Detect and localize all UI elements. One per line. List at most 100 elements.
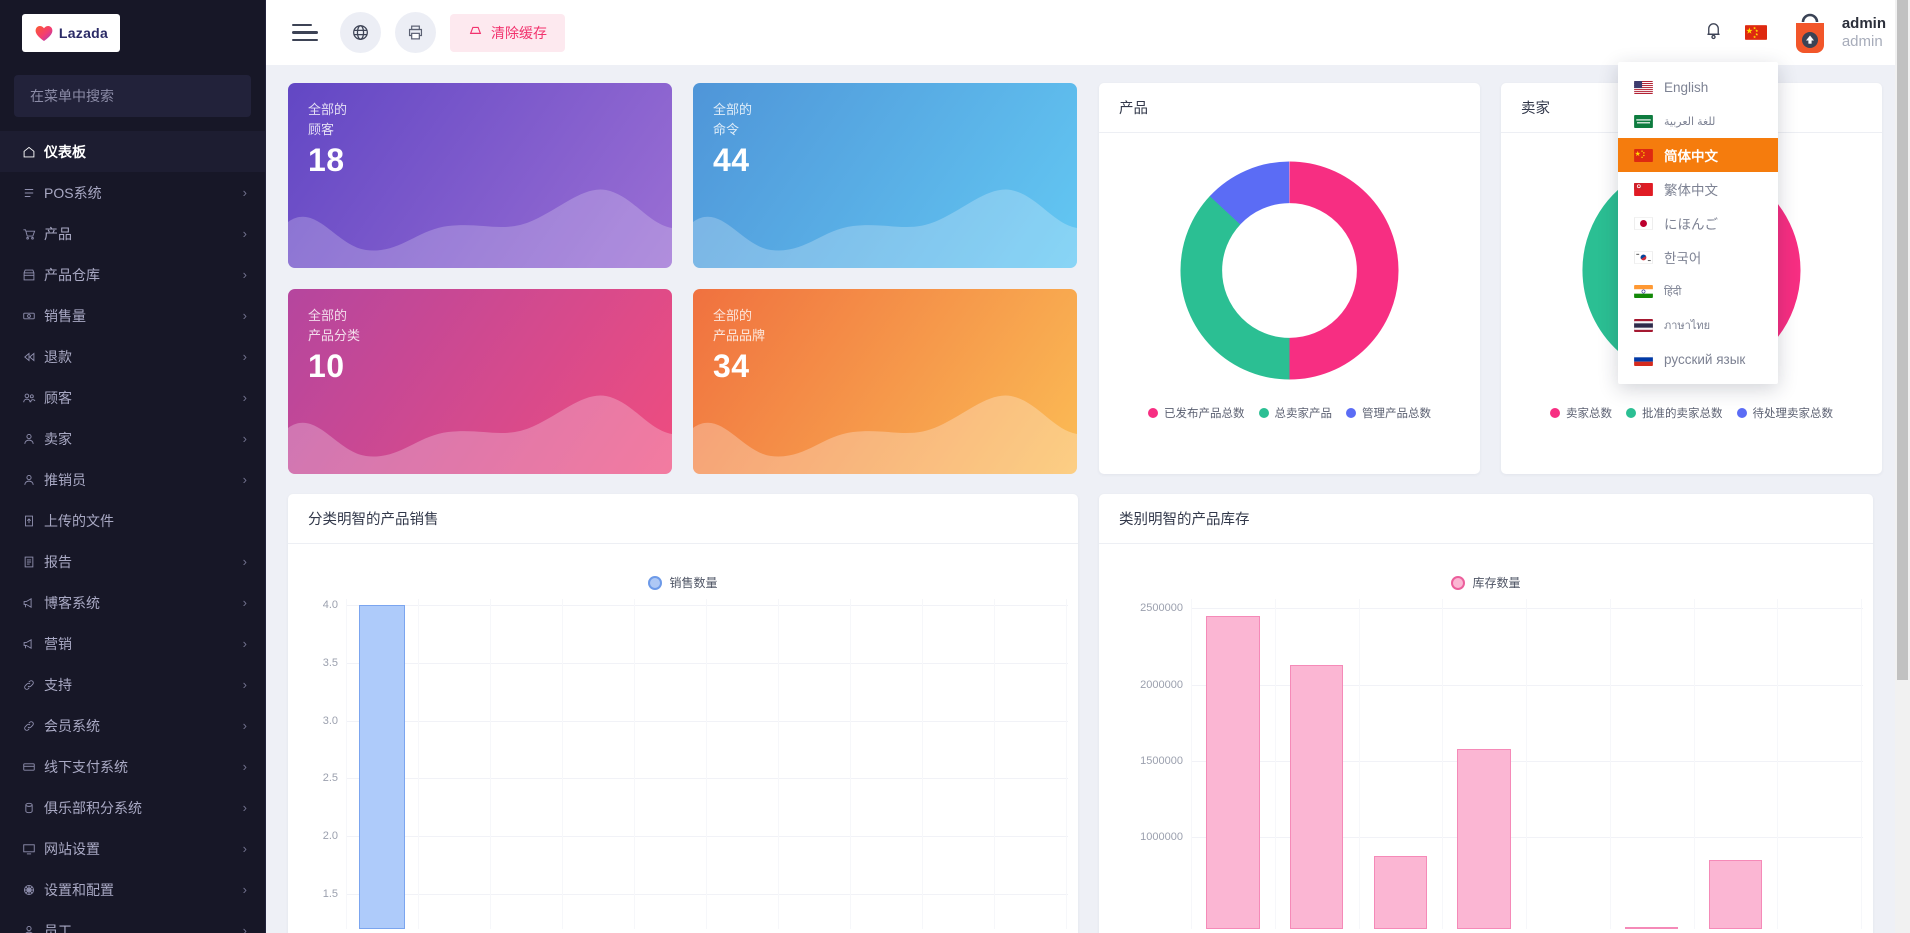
bell-icon[interactable] bbox=[1704, 20, 1723, 46]
cart-icon bbox=[22, 227, 44, 241]
language-option-6[interactable]: हिंदी bbox=[1618, 274, 1778, 308]
sidebar-item-7[interactable]: 卖家› bbox=[0, 418, 265, 459]
page-scrollbar[interactable] bbox=[1895, 0, 1910, 933]
legend-marker-icon bbox=[648, 576, 662, 590]
sidebar-item-label: 推销员 bbox=[44, 470, 243, 490]
bar[interactable] bbox=[1625, 927, 1679, 929]
scrollbar-thumb[interactable] bbox=[1897, 0, 1908, 680]
stat-card-2[interactable]: 全部的产品分类10 bbox=[288, 289, 672, 474]
gridline-vertical bbox=[1442, 599, 1443, 929]
bar[interactable] bbox=[1457, 749, 1511, 929]
search-input[interactable] bbox=[14, 75, 251, 117]
flag-kr-icon bbox=[1634, 251, 1653, 264]
language-option-0[interactable]: English bbox=[1618, 70, 1778, 104]
bar[interactable] bbox=[1709, 860, 1763, 929]
sidebar-item-11[interactable]: 博客系统› bbox=[0, 582, 265, 623]
bar[interactable] bbox=[1206, 616, 1260, 929]
globe-icon[interactable] bbox=[340, 12, 381, 53]
china-flag-icon[interactable] bbox=[1745, 25, 1767, 40]
y-axis-tick: 1500000 bbox=[1099, 755, 1183, 767]
bar[interactable] bbox=[1374, 856, 1428, 929]
legend-label: 批准的卖家总数 bbox=[1642, 405, 1723, 421]
gridline-vertical bbox=[490, 599, 491, 929]
bar[interactable] bbox=[1290, 665, 1344, 929]
monitor-icon bbox=[22, 842, 44, 856]
stat-label-sub: 产品分类 bbox=[308, 326, 652, 346]
gridline-vertical bbox=[562, 599, 563, 929]
legend-item[interactable]: 批准的卖家总数 bbox=[1626, 405, 1723, 421]
legend-item[interactable]: 待处理卖家总数 bbox=[1737, 405, 1834, 421]
sidebar-item-9[interactable]: 上传的文件 bbox=[0, 500, 265, 541]
category-sales-body: 销售数量 4.03.53.02.52.01.5 bbox=[288, 544, 1078, 933]
sidebar-item-13[interactable]: 支持› bbox=[0, 664, 265, 705]
category-sales-legend: 销售数量 bbox=[288, 544, 1078, 591]
gridline-vertical bbox=[1191, 599, 1192, 929]
sidebar-item-4[interactable]: 销售量› bbox=[0, 295, 265, 336]
stat-value: 44 bbox=[713, 141, 1057, 179]
sidebar-item-2[interactable]: 产品› bbox=[0, 213, 265, 254]
y-axis-tick: 1000000 bbox=[1099, 831, 1183, 843]
language-dropdown[interactable]: Englishللغة العربية 简体中文繁体中文にほんご 한국어 हिंदीภ… bbox=[1618, 62, 1778, 384]
language-option-5[interactable]: 한국어 bbox=[1618, 240, 1778, 274]
gridline-vertical bbox=[1861, 599, 1862, 929]
flag-us-icon bbox=[1634, 81, 1653, 94]
products-donut-chart bbox=[1167, 148, 1412, 393]
legend-item[interactable]: 总卖家产品 bbox=[1259, 405, 1333, 421]
gridline bbox=[1191, 608, 1863, 609]
language-option-1[interactable]: للغة العربية bbox=[1618, 104, 1778, 138]
category-stock-plot: 2500000200000015000001000000 bbox=[1099, 599, 1873, 929]
sidebar-item-19[interactable]: 员工› bbox=[0, 910, 265, 933]
sidebar-item-5[interactable]: 退款› bbox=[0, 336, 265, 377]
legend-item[interactable]: 已发布产品总数 bbox=[1148, 405, 1245, 421]
sidebar-item-16[interactable]: 俱乐部积分系统› bbox=[0, 787, 265, 828]
link-icon bbox=[22, 719, 44, 733]
sidebar-item-6[interactable]: 顾客› bbox=[0, 377, 265, 418]
chevron-right-icon: › bbox=[243, 637, 247, 650]
chevron-right-icon: › bbox=[243, 842, 247, 855]
user-icon bbox=[22, 924, 44, 933]
language-option-7[interactable]: ภาษาไทย bbox=[1618, 308, 1778, 342]
sidebar-item-17[interactable]: 网站设置› bbox=[0, 828, 265, 869]
stat-card-1[interactable]: 全部的命令44 bbox=[693, 83, 1077, 268]
clear-cache-button[interactable]: 清除缓存 bbox=[450, 14, 565, 52]
stat-value: 10 bbox=[308, 347, 652, 385]
legend-item[interactable]: 卖家总数 bbox=[1550, 405, 1612, 421]
legend-dot-icon bbox=[1148, 408, 1158, 418]
sidebar-item-0[interactable]: 仪表板 bbox=[0, 131, 265, 172]
stat-card-3[interactable]: 全部的产品品牌34 bbox=[693, 289, 1077, 474]
sidebar-item-12[interactable]: 营销› bbox=[0, 623, 265, 664]
chevron-right-icon: › bbox=[243, 924, 247, 933]
sidebar-item-label: 博客系统 bbox=[44, 593, 243, 613]
megaphone-icon bbox=[22, 596, 44, 610]
sidebar-item-18[interactable]: 设置和配置› bbox=[0, 869, 265, 910]
products-donut-card: 产品 已发布产品总数总卖家产品管理产品总数 bbox=[1099, 83, 1480, 474]
category-sales-card: 分类明智的产品销售 销售数量 4.03.53.02.52.01.5 bbox=[288, 494, 1078, 933]
sidebar-item-10[interactable]: 报告› bbox=[0, 541, 265, 582]
link-icon bbox=[22, 678, 44, 692]
gridline bbox=[346, 721, 1068, 722]
hamburger-icon[interactable] bbox=[292, 23, 318, 43]
print-icon[interactable] bbox=[395, 12, 436, 53]
legend-item[interactable]: 管理产品总数 bbox=[1346, 405, 1431, 421]
language-option-3[interactable]: 繁体中文 bbox=[1618, 172, 1778, 206]
language-option-4[interactable]: にほんご bbox=[1618, 206, 1778, 240]
language-option-8[interactable]: русский язык bbox=[1618, 342, 1778, 376]
stat-wave-decoration bbox=[288, 386, 672, 474]
gridline-vertical bbox=[1526, 599, 1527, 929]
sidebar-item-8[interactable]: 推销员› bbox=[0, 459, 265, 500]
legend-dot-icon bbox=[1259, 408, 1269, 418]
user-menu[interactable]: admin admin bbox=[1789, 11, 1886, 55]
language-option-label: 简体中文 bbox=[1664, 145, 1718, 165]
flag-tw-icon bbox=[1634, 183, 1653, 196]
sidebar-item-14[interactable]: 会员系统› bbox=[0, 705, 265, 746]
bar[interactable] bbox=[359, 605, 405, 929]
language-option-label: 한국어 bbox=[1664, 247, 1701, 267]
language-option-2[interactable]: 简体中文 bbox=[1618, 138, 1778, 172]
stat-card-0[interactable]: 全部的顾客18 bbox=[288, 83, 672, 268]
y-axis-tick: 2500000 bbox=[1099, 602, 1183, 614]
sidebar-item-15[interactable]: 线下支付系统› bbox=[0, 746, 265, 787]
sidebar-item-3[interactable]: 产品仓库› bbox=[0, 254, 265, 295]
logo-box: Lazada bbox=[22, 14, 120, 52]
sidebar-item-1[interactable]: POS系统› bbox=[0, 172, 265, 213]
brand-logo[interactable]: Lazada bbox=[0, 0, 265, 65]
